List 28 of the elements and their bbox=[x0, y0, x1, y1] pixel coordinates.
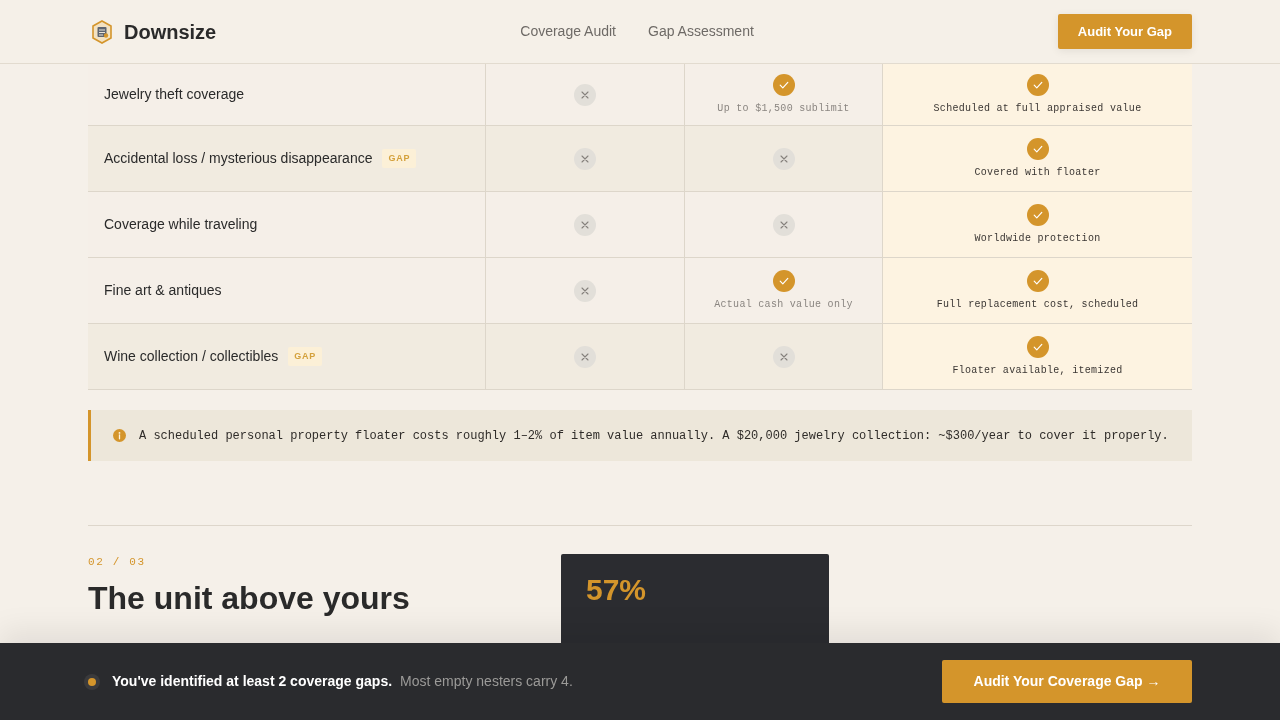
audit-coverage-gap-button[interactable]: Audit Your Coverage Gap → bbox=[942, 660, 1192, 703]
cell-note: Worldwide protection bbox=[974, 231, 1101, 246]
info-icon bbox=[113, 429, 126, 442]
brand-name: Downsize bbox=[124, 19, 217, 45]
status-dot-icon bbox=[84, 673, 100, 690]
feature-label: Fine art & antiques bbox=[104, 281, 222, 300]
audit-gap-button[interactable]: Audit Your Gap bbox=[1057, 14, 1192, 49]
cell-note: Scheduled at full appraised value bbox=[933, 101, 1142, 116]
callout-text: A scheduled personal property floater costs roughly 1–2% of item value annually. A $20,000 jewelry collection: ~$300/year to cover it properly. bbox=[139, 427, 1169, 445]
cell-note: Covered with floater bbox=[974, 165, 1101, 180]
hexagon-logo-icon bbox=[92, 19, 112, 44]
section-heading: The unit above yours bbox=[88, 578, 411, 617]
nav-link[interactable]: Coverage Audit bbox=[520, 21, 616, 42]
gap-message: You've identified at least 2 coverage gaps. bbox=[112, 672, 393, 691]
gap-badge: GAP bbox=[382, 148, 417, 169]
feature-label: Coverage while traveling bbox=[104, 215, 258, 234]
feature-label: Jewelry theft coverage bbox=[104, 85, 245, 104]
section-counter: 02 / 03 bbox=[88, 555, 147, 570]
cell-note: Actual cash value only bbox=[714, 297, 853, 312]
nav-link[interactable]: Gap Assessment bbox=[648, 21, 754, 42]
gap-badge: GAP bbox=[288, 346, 322, 367]
feature-label: Wine collection / collectibles bbox=[104, 347, 279, 366]
cell-note: Floater available, itemized bbox=[952, 363, 1123, 378]
gap-detail: Most empty nesters carry 4. bbox=[400, 672, 573, 691]
cell-note: Up to $1,500 sublimit bbox=[717, 101, 850, 116]
cell-note: Full replacement cost, scheduled bbox=[936, 297, 1139, 312]
stat-value: 57% bbox=[586, 572, 648, 608]
feature-label: Accidental loss / mysterious disappearance bbox=[104, 149, 373, 168]
